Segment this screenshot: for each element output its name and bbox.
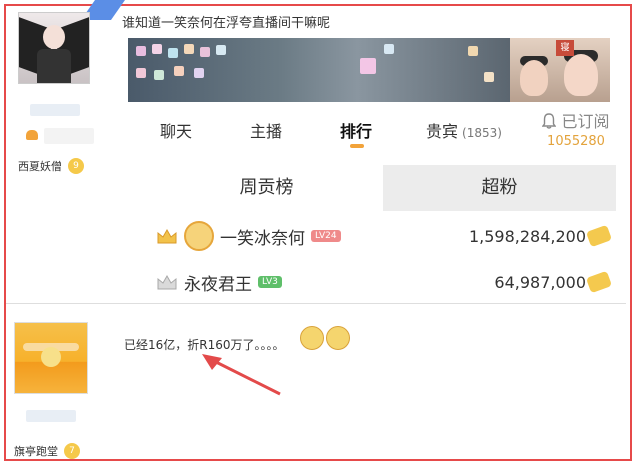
red-arrow-annotation [202,354,281,396]
emoji-icon [326,326,350,350]
user1-rank-icon [26,130,38,140]
user2-name-blurred [26,410,76,422]
coin-icon [585,270,613,294]
post-divider [6,303,626,304]
tab-vip-count: (1853) [462,126,502,140]
emoji-icon [300,326,324,350]
bell-icon [542,113,557,129]
tab-superfan[interactable]: 超粉 [383,165,616,211]
silver-crown-icon [157,274,177,290]
subscribe-label: 已订阅 [561,112,610,131]
user1-badge-text: 西夏妖僧 [18,160,62,173]
tab-rank-indicator [350,144,364,148]
rank-row-1[interactable]: 一笑冰奈何 LV24 1,598,284,200 [156,216,616,256]
post-title: 谁知道一笑奈何在浮夸直播间干嘛呢 [122,16,331,31]
user2-level-star-icon: 7 [64,443,80,459]
tab-weekly-contribution[interactable]: 周贡榜 [150,165,383,211]
user1-badge-row: 西夏妖僧 9 [18,158,84,174]
user1-avatar[interactable] [18,12,90,84]
tab-vip[interactable]: 贵宾 (1853) [426,118,502,142]
fan-badge-icon [184,221,214,251]
rank-tabs: 周贡榜 超粉 [150,165,616,211]
rank-value-1: 1,598,284,200 [468,226,586,246]
subscribe-count: 1055280 [547,134,605,149]
subscribe-button[interactable]: 已订阅 1055280 [536,108,616,149]
rank-name-2: 永夜君王 [184,274,252,295]
rank-level-1: LV24 [311,230,341,242]
rank-name-1: 一笑冰奈何 [220,228,305,249]
coin-icon [585,224,613,248]
user2-badge-text: 旗亭跑堂 [14,445,58,458]
rank-row-2[interactable]: 永夜君王 LV3 64,987,000 [156,262,616,302]
user1-extra-blurred [44,128,94,144]
rank-level-2: LV3 [258,276,282,288]
gold-crown-icon [157,228,177,244]
user2-badge-row: 旗亭跑堂 7 [14,443,80,459]
stream-video[interactable] [128,38,510,102]
streamer-camera: 寝 [510,38,610,102]
tab-vip-label: 贵宾 [426,122,459,141]
user2-avatar[interactable] [14,322,88,394]
user1-name-blurred [30,104,80,116]
user1-level-star-icon: 9 [68,158,84,174]
tab-host[interactable]: 主播 [250,118,282,142]
reply-text: 已经16亿，折R160万了。。。。 [124,338,285,352]
tab-rank[interactable]: 排行 [340,118,372,142]
rank-value-2: 64,987,000 [494,272,586,292]
tab-chat[interactable]: 聊天 [160,118,192,142]
